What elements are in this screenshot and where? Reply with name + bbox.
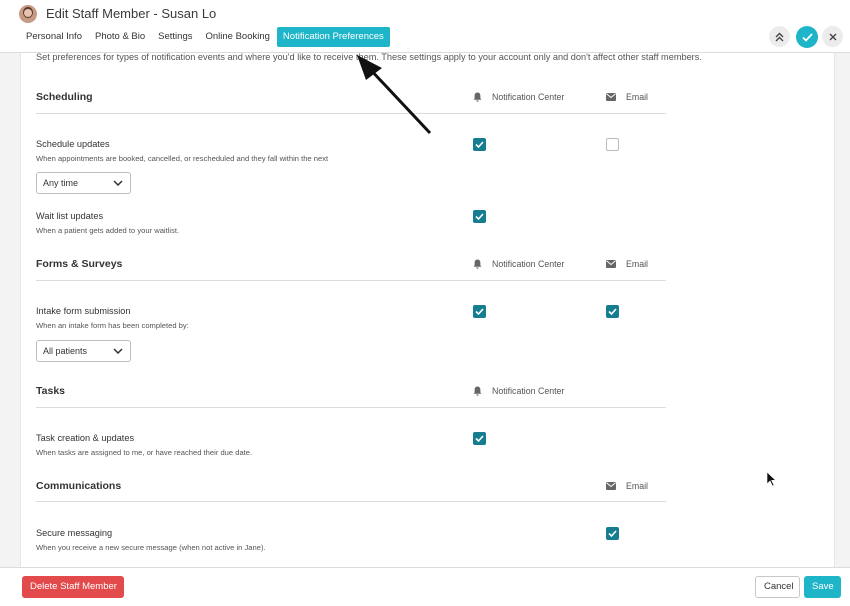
intake-form-submission-title: Intake form submission — [36, 306, 131, 316]
intake-form-notification-checkbox[interactable] — [473, 305, 486, 318]
intro-text: Set preferences for types of notificatio… — [36, 53, 702, 62]
email-label: Email — [626, 481, 648, 491]
envelope-icon — [606, 260, 616, 268]
check-icon — [475, 308, 484, 316]
confirm-button[interactable] — [796, 26, 818, 48]
check-icon — [608, 530, 617, 538]
intake-form-email-checkbox[interactable] — [606, 305, 619, 318]
divider — [36, 280, 666, 281]
email-column-header: Email — [606, 92, 648, 102]
avatar — [19, 5, 37, 23]
check-icon — [608, 308, 617, 316]
task-creation-updates-description: When tasks are assigned to me, or have r… — [36, 448, 253, 457]
divider — [36, 407, 666, 408]
tab-notification-preferences[interactable]: Notification Preferences — [276, 27, 390, 47]
notification-center-column-header: Notification Center — [473, 92, 564, 102]
notification-center-label: Notification Center — [492, 92, 565, 102]
notification-center-label: Notification Center — [492, 386, 565, 396]
collapse-button[interactable] — [769, 26, 790, 47]
check-icon — [801, 32, 813, 42]
tab-bar: Personal Info Photo & Bio Settings Onlin… — [20, 27, 391, 47]
schedule-updates-timeframe-select[interactable]: Any time — [36, 172, 131, 194]
cancel-button[interactable]: Cancel — [755, 576, 800, 598]
schedule-updates-notification-checkbox[interactable] — [473, 138, 486, 151]
page-footer: Delete Staff Member Cancel Save — [0, 567, 850, 606]
envelope-icon — [606, 93, 616, 101]
wait-list-updates-description: When a patient gets added to your waitli… — [36, 226, 180, 235]
bell-icon — [473, 92, 482, 102]
tab-personal-info[interactable]: Personal Info — [20, 27, 88, 47]
envelope-icon — [606, 482, 616, 490]
section-title-tasks: Tasks — [36, 385, 65, 397]
email-label: Email — [626, 259, 648, 269]
page-title: Edit Staff Member - Susan Lo — [46, 6, 217, 21]
close-button[interactable] — [822, 26, 843, 47]
email-label: Email — [626, 92, 648, 102]
email-column-header: Email — [606, 259, 648, 269]
section-title-forms-surveys: Forms & Surveys — [36, 258, 123, 270]
intake-form-submission-description: When an intake form has been completed b… — [36, 321, 189, 330]
notification-center-column-header: Notification Center — [473, 386, 564, 396]
intake-form-patients-select[interactable]: All patients — [36, 340, 131, 362]
wait-list-notification-checkbox[interactable] — [473, 210, 486, 223]
content-area: Set preferences for types of notificatio… — [0, 53, 850, 567]
secure-messaging-description: When you receive a new secure message (w… — [36, 543, 266, 552]
wait-list-updates-title: Wait list updates — [36, 211, 104, 221]
check-icon — [475, 435, 484, 443]
save-button[interactable]: Save — [804, 576, 841, 598]
section-title-communications: Communications — [36, 480, 122, 492]
schedule-updates-description: When appointments are booked, cancelled,… — [36, 154, 329, 163]
notification-center-column-header: Notification Center — [473, 259, 564, 269]
tab-photo-bio[interactable]: Photo & Bio — [89, 27, 151, 47]
divider — [36, 113, 666, 114]
close-icon — [829, 33, 836, 40]
bell-icon — [473, 259, 482, 269]
section-title-scheduling: Scheduling — [36, 91, 93, 103]
chevron-down-icon — [113, 348, 123, 354]
select-value: All patients — [43, 346, 88, 356]
task-creation-updates-title: Task creation & updates — [36, 433, 135, 443]
email-column-header: Email — [606, 481, 648, 491]
task-updates-notification-checkbox[interactable] — [473, 432, 486, 445]
notification-preferences-panel[interactable]: Set preferences for types of notificatio… — [20, 53, 835, 567]
schedule-updates-title: Schedule updates — [36, 139, 110, 149]
delete-staff-member-button[interactable]: Delete Staff Member — [22, 576, 124, 598]
secure-messaging-email-checkbox[interactable] — [606, 527, 619, 540]
tab-settings[interactable]: Settings — [152, 27, 198, 47]
secure-messaging-title: Secure messaging — [36, 528, 113, 538]
divider — [36, 501, 666, 502]
bell-icon — [473, 386, 482, 396]
schedule-updates-email-checkbox[interactable] — [606, 138, 619, 151]
notification-center-label: Notification Center — [492, 259, 565, 269]
page-header: Edit Staff Member - Susan Lo Personal In… — [0, 0, 850, 53]
check-icon — [475, 213, 484, 221]
double-chevron-up-icon — [775, 32, 784, 41]
tab-online-booking[interactable]: Online Booking — [199, 27, 275, 47]
chevron-down-icon — [113, 180, 123, 186]
check-icon — [475, 141, 484, 149]
select-value: Any time — [43, 178, 79, 188]
